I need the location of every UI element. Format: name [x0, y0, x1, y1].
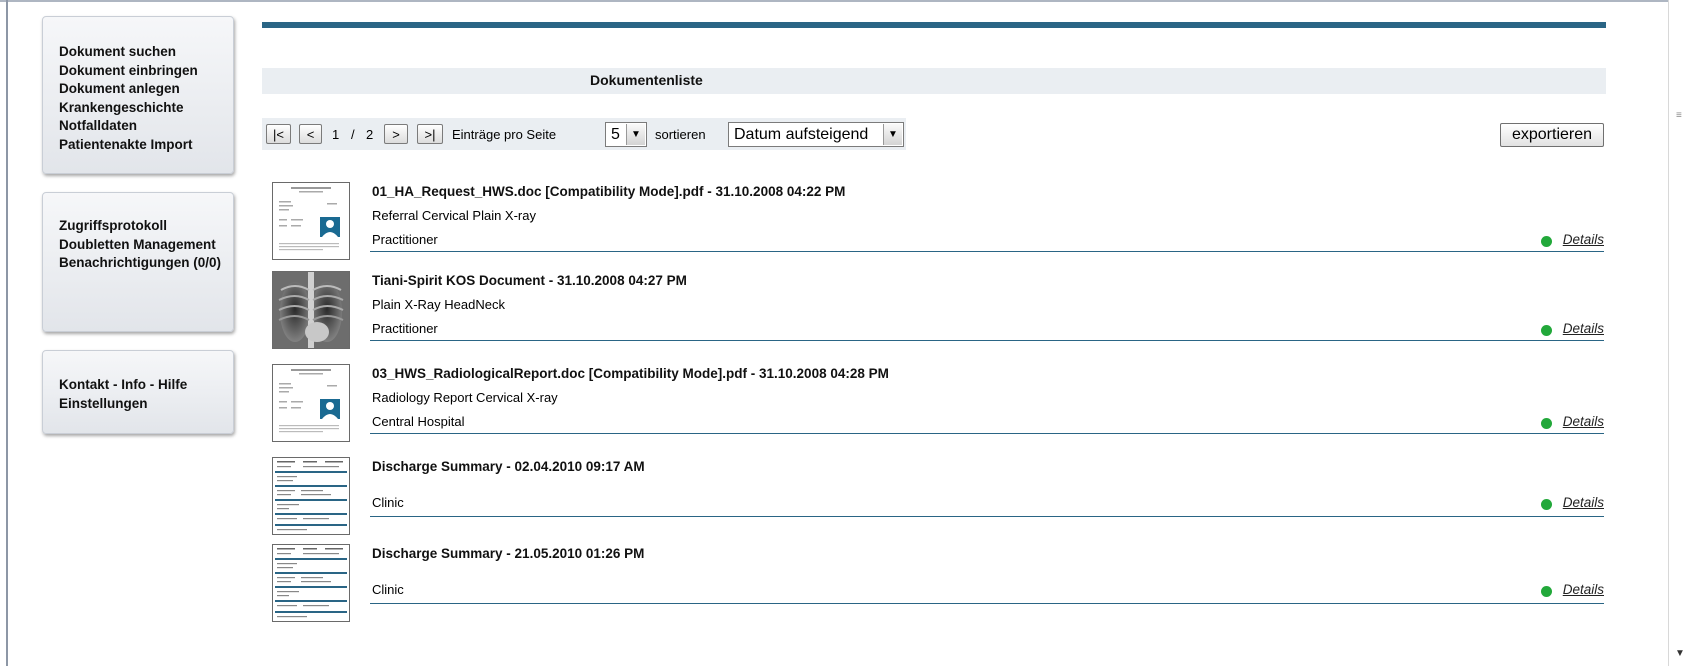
document-title[interactable]: 01_HA_Request_HWS.doc [Compatibility Mod…: [372, 184, 845, 199]
window-left-border: [6, 0, 8, 666]
nav-item-krankengeschichte[interactable]: Krankengeschichte: [59, 99, 233, 118]
document-row: Tiani-Spirit KOS Document - 31.10.2008 0…: [272, 271, 1604, 351]
document-thumbnail[interactable]: [272, 182, 350, 260]
page-separator: /: [351, 127, 355, 142]
nav-item-patientenakte-import[interactable]: Patientenakte Import: [59, 136, 233, 155]
per-page-value: 5: [611, 126, 620, 143]
details-link[interactable]: Details: [1563, 495, 1604, 510]
row-divider: [370, 516, 1604, 517]
document-author: Clinic: [372, 495, 404, 510]
current-page: 1: [332, 127, 340, 142]
status-dot-icon: [1541, 325, 1552, 336]
sort-value: Datum aufsteigend: [734, 126, 869, 143]
per-page-label: Einträge pro Seite: [452, 127, 557, 142]
document-author: Clinic: [372, 582, 404, 597]
row-divider: [370, 603, 1604, 604]
sort-label: sortieren: [655, 127, 706, 142]
nav-item-dokument-suchen[interactable]: Dokument suchen: [59, 43, 233, 62]
form-document-icon: [275, 461, 347, 531]
dropdown-arrow-icon: ▼: [626, 124, 645, 145]
vertical-scrollbar[interactable]: ≡ ▼: [1668, 0, 1692, 666]
nav-item-kontakt-info-hilfe[interactable]: Kontakt - Info - Hilfe: [59, 376, 233, 395]
document-description: Referral Cervical Plain X-ray: [372, 208, 536, 223]
details-link[interactable]: Details: [1563, 232, 1604, 247]
total-pages: 2: [366, 127, 374, 142]
status-dot-icon: [1541, 499, 1552, 510]
document-row: Discharge Summary - 02.04.2010 09:17 AM …: [272, 457, 1604, 537]
row-divider: [370, 340, 1604, 341]
nav-panel-admin: Zugriffsprotokoll Doubletten Management …: [42, 192, 234, 332]
page-title: Dokumentenliste: [590, 72, 703, 88]
document-row: 01_HA_Request_HWS.doc [Compatibility Mod…: [272, 182, 1604, 262]
chest-xray-icon: [273, 272, 349, 348]
details-link[interactable]: Details: [1563, 414, 1604, 429]
status-dot-icon: [1541, 418, 1552, 429]
export-button[interactable]: exportieren: [1500, 123, 1604, 147]
document-author: Central Hospital: [372, 414, 465, 429]
window-top-border: [0, 0, 1692, 2]
document-row: 03_HWS_RadiologicalReport.doc [Compatibi…: [272, 364, 1604, 444]
last-page-button[interactable]: >|: [417, 124, 443, 144]
next-page-button[interactable]: >: [384, 124, 408, 144]
status-dot-icon: [1541, 586, 1552, 597]
document-thumbnail[interactable]: [272, 364, 350, 442]
nav-item-dokument-anlegen[interactable]: Dokument anlegen: [59, 80, 233, 99]
prev-page-button[interactable]: <: [299, 124, 322, 144]
nav-item-benachrichtigungen[interactable]: Benachrichtigungen (0/0): [59, 254, 224, 273]
nav-item-notfalldaten[interactable]: Notfalldaten: [59, 117, 233, 136]
nav-item-einstellungen[interactable]: Einstellungen: [59, 395, 233, 414]
nav-item-dokument-einbringen[interactable]: Dokument einbringen: [59, 62, 233, 81]
document-with-photo-icon: [279, 187, 340, 251]
document-row: Discharge Summary - 21.05.2010 01:26 PM …: [272, 544, 1604, 624]
header-accent-bar: [262, 22, 1606, 28]
document-author: Practitioner: [372, 232, 438, 247]
per-page-select[interactable]: 5 ▼: [605, 122, 647, 147]
document-thumbnail[interactable]: [272, 457, 350, 535]
document-with-photo-icon: [279, 369, 340, 433]
pagination-bar: |< < 1 / 2 > >| Einträge pro Seite 5 ▼ s…: [262, 118, 906, 150]
document-title[interactable]: Discharge Summary - 02.04.2010 09:17 AM: [372, 459, 645, 474]
document-thumbnail[interactable]: [272, 544, 350, 622]
nav-item-doubletten-management[interactable]: Doubletten Management: [59, 236, 224, 255]
scroll-grip-icon[interactable]: ≡: [1676, 110, 1682, 121]
details-link[interactable]: Details: [1563, 582, 1604, 597]
dropdown-arrow-icon: ▼: [883, 124, 902, 145]
row-divider: [370, 251, 1604, 252]
sort-select[interactable]: Datum aufsteigend ▼: [728, 122, 904, 147]
details-link[interactable]: Details: [1563, 321, 1604, 336]
row-divider: [370, 433, 1604, 434]
document-title[interactable]: Tiani-Spirit KOS Document - 31.10.2008 0…: [372, 273, 687, 288]
status-dot-icon: [1541, 236, 1552, 247]
document-title[interactable]: Discharge Summary - 21.05.2010 01:26 PM: [372, 546, 644, 561]
nav-panel-help: Kontakt - Info - Hilfe Einstellungen: [42, 350, 234, 434]
document-title[interactable]: 03_HWS_RadiologicalReport.doc [Compatibi…: [372, 366, 889, 381]
document-description: Radiology Report Cervical X-ray: [372, 390, 558, 405]
form-document-icon: [275, 548, 347, 618]
document-description: Plain X-Ray HeadNeck: [372, 297, 505, 312]
document-author: Practitioner: [372, 321, 438, 336]
nav-panel-documents: Dokument suchen Dokument einbringen Doku…: [42, 16, 234, 174]
document-thumbnail[interactable]: [272, 271, 350, 349]
list-title-bar: Dokumentenliste: [262, 68, 1606, 94]
first-page-button[interactable]: |<: [266, 124, 291, 144]
nav-item-zugriffsprotokoll[interactable]: Zugriffsprotokoll: [59, 217, 224, 236]
scroll-down-arrow-icon[interactable]: ▼: [1675, 648, 1685, 659]
